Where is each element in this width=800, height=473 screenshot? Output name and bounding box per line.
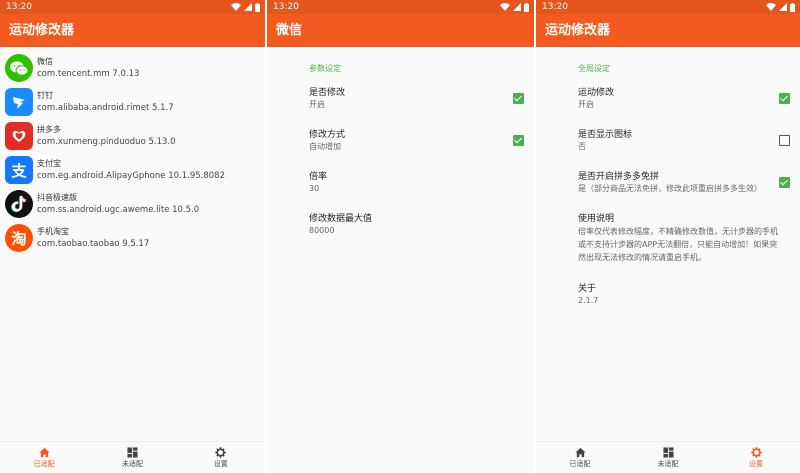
app-list: 微信 com.tencent.mm 7.0.13 钉钉 com.alibaba.… — [0, 47, 265, 255]
home-icon — [39, 447, 50, 457]
app-item-pinduoduo[interactable]: 拼多多 com.xunmeng.pinduoduo 5.13.0 — [0, 119, 265, 153]
bottom-navigation: 已适配 未适配 设置 — [0, 441, 265, 473]
wechat-settings-screen: 13:20 微信 参数设定 是否修改 开启 修改方式 自动增加 倍率 30 修改… — [267, 0, 534, 473]
grid-icon — [662, 446, 674, 458]
section-title: 全局设定 — [578, 64, 610, 73]
pref-about[interactable]: 关于 2.1.7 — [578, 283, 800, 306]
signal-icon — [244, 3, 252, 11]
app-package: com.eg.android.AlipayGphone 10.1.95.8082 — [37, 171, 225, 181]
taobao-icon: 淘 — [5, 224, 33, 252]
app-item-wechat[interactable]: 微信 com.tencent.mm 7.0.13 — [0, 51, 265, 85]
app-package: com.taobao.taobao 9.5.17 — [37, 239, 150, 249]
app-name: 微信 — [37, 57, 53, 66]
pref-instructions[interactable]: 使用说明 倍率仅代表修改幅度，不精确修改数值，无计步器的手机或不支持计步器的AP… — [578, 213, 800, 264]
app-name: 支付宝 — [37, 159, 61, 168]
global-settings-screen: 13:20 运动修改器 全局设定 运动修改 开启 是否显示图标 否 是否开启拼多… — [536, 0, 800, 473]
home-icon — [574, 447, 586, 457]
alipay-icon: 支 — [5, 156, 33, 184]
app-bar-title: 微信 — [267, 14, 534, 47]
checkbox-pdd-free-group[interactable] — [779, 177, 790, 188]
wifi-icon — [500, 3, 510, 11]
nav-adapted[interactable]: 已适配 — [0, 442, 88, 473]
pinduoduo-icon — [5, 122, 33, 150]
checkbox-modify-enabled[interactable] — [513, 93, 524, 104]
app-item-taobao[interactable]: 淘 手机淘宝 com.taobao.taobao 9.5.17 — [0, 221, 265, 255]
nav-unadapted[interactable]: 未适配 — [624, 442, 712, 473]
apps-screen: 13:20 运动修改器 微信 com.tencent.mm 7.0.13 钉钉 … — [0, 0, 265, 473]
pref-modify-enabled[interactable]: 是否修改 开启 — [309, 87, 534, 110]
app-item-alipay[interactable]: 支 支付宝 com.eg.android.AlipayGphone 10.1.9… — [0, 153, 265, 187]
status-time: 13:20 — [542, 2, 568, 12]
bottom-navigation: 已适配 未适配 设置 — [536, 441, 800, 473]
battery-icon — [790, 2, 795, 12]
checkbox-show-icon[interactable] — [779, 135, 790, 146]
battery-icon — [255, 2, 260, 12]
pref-pdd-free-group[interactable]: 是否开启拼多多免拼 是（部分商品无法免拼，修改此项重启拼多多生效） — [578, 171, 800, 194]
wifi-icon — [231, 3, 241, 11]
pref-sport-modify[interactable]: 运动修改 开启 — [578, 87, 800, 110]
app-package: com.alibaba.android.rimet 5.1.7 — [37, 103, 174, 113]
app-package: com.tencent.mm 7.0.13 — [37, 69, 140, 79]
douyin-icon — [5, 190, 33, 218]
app-name: 手机淘宝 — [37, 227, 69, 236]
app-bar-title: 运动修改器 — [0, 14, 265, 47]
nav-settings[interactable]: 设置 — [177, 442, 265, 473]
signal-icon — [513, 3, 521, 11]
app-item-dingtalk[interactable]: 钉钉 com.alibaba.android.rimet 5.1.7 — [0, 85, 265, 119]
status-time: 13:20 — [6, 2, 32, 12]
nav-unadapted[interactable]: 未适配 — [88, 442, 176, 473]
gear-icon — [215, 446, 227, 458]
gear-icon — [750, 446, 762, 458]
wechat-icon — [5, 54, 33, 82]
app-package: com.xunmeng.pinduoduo 5.13.0 — [37, 137, 176, 147]
wifi-icon — [766, 3, 776, 11]
app-name: 钉钉 — [37, 91, 53, 100]
app-package: com.ss.android.ugc.aweme.lite 10.5.0 — [37, 205, 200, 215]
status-bar: 13:20 — [267, 0, 534, 14]
dingtalk-icon — [5, 88, 33, 116]
app-bar-title: 运动修改器 — [536, 14, 800, 47]
nav-adapted[interactable]: 已适配 — [536, 442, 624, 473]
pref-multiplier[interactable]: 倍率 30 — [309, 171, 534, 194]
app-name: 抖音极速版 — [37, 193, 77, 202]
app-item-douyin-lite[interactable]: 抖音极速版 com.ss.android.ugc.aweme.lite 10.5… — [0, 187, 265, 221]
status-bar: 13:20 — [0, 0, 265, 14]
checkbox-modify-mode[interactable] — [513, 135, 524, 146]
settings-list: 参数设定 是否修改 开启 修改方式 自动增加 倍率 30 修改数据最大值 800… — [267, 63, 534, 236]
signal-icon — [779, 3, 787, 11]
pref-modify-mode[interactable]: 修改方式 自动增加 — [309, 129, 534, 152]
grid-icon — [127, 446, 138, 458]
battery-icon — [524, 2, 529, 12]
section-title: 参数设定 — [309, 64, 341, 73]
app-name: 拼多多 — [37, 125, 61, 134]
pref-max-value[interactable]: 修改数据最大值 80000 — [309, 213, 534, 236]
checkbox-sport-modify[interactable] — [779, 93, 790, 104]
status-time: 13:20 — [273, 2, 299, 12]
settings-list: 全局设定 运动修改 开启 是否显示图标 否 是否开启拼多多免拼 是（部分商品无法… — [536, 63, 800, 306]
nav-settings[interactable]: 设置 — [712, 442, 800, 473]
status-bar: 13:20 — [536, 0, 800, 14]
pref-show-icon[interactable]: 是否显示图标 否 — [578, 129, 800, 152]
